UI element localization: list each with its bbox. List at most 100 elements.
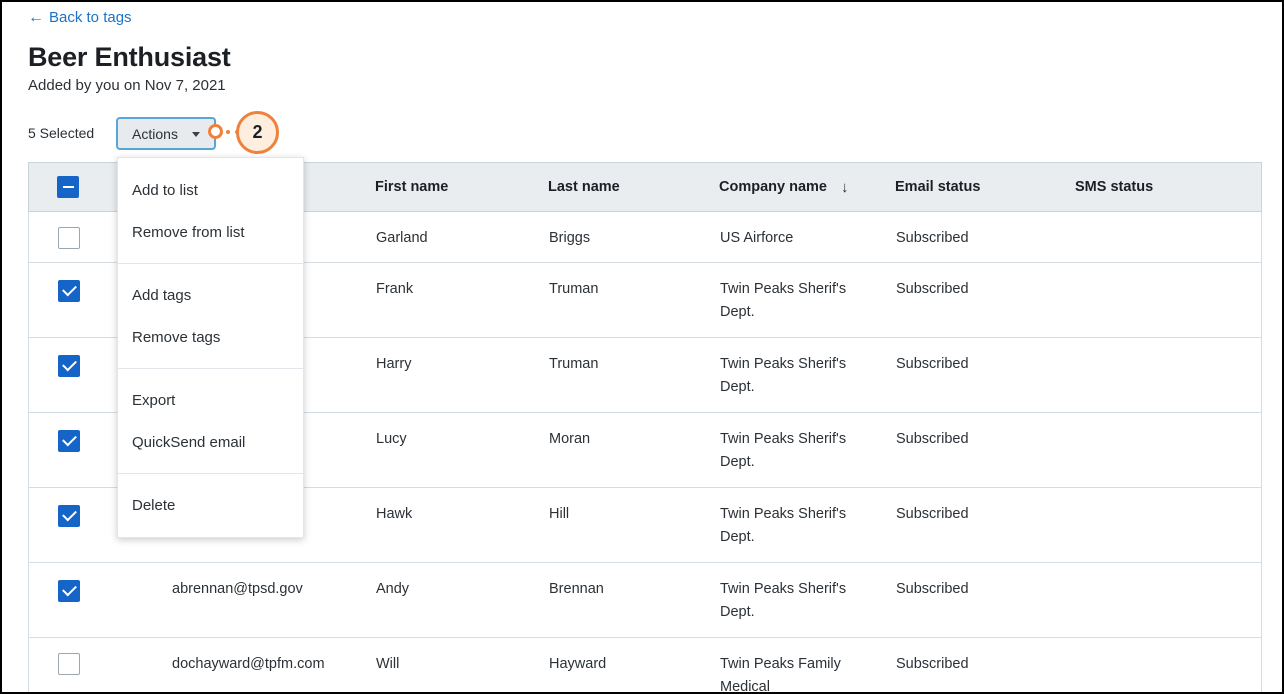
- row-select-cell: [28, 211, 99, 263]
- row-company-name: US Airforce: [720, 230, 794, 246]
- row-select-checkbox[interactable]: [58, 504, 80, 527]
- row-company-name-cell: Twin Peaks Sherif's Dept.: [697, 337, 873, 413]
- row-email-status: Subscribed: [896, 506, 969, 522]
- menu-item-delete[interactable]: Delete: [118, 484, 303, 526]
- row-select-checkbox[interactable]: [58, 227, 80, 249]
- header-email-status-label: Email status: [895, 179, 981, 195]
- row-email-status-cell: Subscribed: [873, 412, 1049, 488]
- row-email-status: Subscribed: [896, 230, 969, 246]
- row-first-name: Lucy: [376, 431, 407, 447]
- row-last-name: Moran: [549, 431, 591, 447]
- select-all-checkbox[interactable]: [57, 176, 79, 198]
- callout-annotation-2: 2: [208, 111, 288, 157]
- row-select-cell: [28, 562, 99, 638]
- menu-separator: [118, 263, 303, 264]
- row-first-name-cell: Garland: [351, 211, 525, 263]
- menu-item-add-tags[interactable]: Add tags: [118, 274, 303, 316]
- row-first-name: Garland: [376, 230, 428, 246]
- row-company-name-cell: Twin Peaks Sherif's Dept.: [697, 562, 873, 638]
- table-row[interactable]: abrennan@tpsd.gov Andy Brennan Twin Peaks S…: [28, 562, 1262, 638]
- row-email-status-cell: Subscribed: [873, 211, 1049, 263]
- table-row[interactable]: dochayward@tpfm.com Will Hayward Twin Peaks…: [28, 637, 1262, 694]
- sort-descending-icon[interactable]: ↓: [841, 180, 849, 195]
- row-company-name: Twin Peaks Sherif's Dept.: [720, 431, 847, 470]
- row-email: abrennan@tpsd.gov: [172, 581, 303, 597]
- row-email-status-cell: Subscribed: [873, 262, 1049, 338]
- row-first-name: Hawk: [376, 506, 413, 522]
- row-company-name: Twin Peaks Sherif's Dept.: [720, 506, 847, 545]
- header-sms-status[interactable]: SMS status: [1049, 162, 1262, 212]
- menu-item-add-to-list[interactable]: Add to list: [118, 169, 303, 211]
- menu-item-remove-from-list[interactable]: Remove from list: [118, 211, 303, 253]
- row-company-name-cell: Twin Peaks Sherif's Dept.: [697, 412, 873, 488]
- app-window: ← Back to tags Beer Enthusiast Added by …: [0, 0, 1284, 694]
- actions-button-label: Actions: [132, 125, 178, 142]
- row-last-name-cell: Moran: [525, 412, 697, 488]
- row-first-name-cell: Lucy: [351, 412, 525, 488]
- menu-separator: [118, 473, 303, 474]
- header-last-name[interactable]: Last name: [525, 162, 697, 212]
- row-company-name-cell: Twin Peaks Sherif's Dept.: [697, 487, 873, 563]
- row-company-name: Twin Peaks Sherif's Dept.: [720, 356, 847, 395]
- row-select-cell: [28, 412, 99, 488]
- row-sms-status-cell: [1049, 337, 1262, 413]
- row-first-name-cell: Frank: [351, 262, 525, 338]
- row-select-checkbox[interactable]: [58, 429, 80, 452]
- row-first-name: Frank: [376, 281, 414, 297]
- row-last-name: Truman: [549, 356, 599, 372]
- row-select-cell: [28, 637, 99, 692]
- row-email: dochayward@tpfm.com: [172, 656, 325, 672]
- row-company-name-cell: US Airforce: [697, 211, 873, 263]
- row-select-checkbox[interactable]: [58, 354, 80, 377]
- row-last-name: Truman: [549, 281, 599, 297]
- chevron-down-icon: [191, 132, 200, 137]
- row-select-checkbox[interactable]: [58, 653, 80, 675]
- row-email-cell: dochayward@tpfm.com: [99, 637, 351, 692]
- menu-item-export[interactable]: Export: [118, 379, 303, 421]
- row-company-name-cell: Twin Peaks Sherif's Dept.: [697, 262, 873, 338]
- row-first-name-cell: Andy: [351, 562, 525, 638]
- row-first-name-cell: Hawk: [351, 487, 525, 563]
- row-last-name-cell: Hill: [525, 487, 697, 563]
- row-email-status: Subscribed: [896, 656, 969, 672]
- row-email-status-cell: Subscribed: [873, 637, 1049, 692]
- row-company-name: Twin Peaks Sherif's Dept.: [720, 281, 847, 320]
- back-to-tags-link[interactable]: ← Back to tags: [28, 8, 132, 28]
- header-select-all-cell: [28, 162, 99, 212]
- selected-count-label: 5 Selected: [28, 125, 95, 141]
- row-sms-status-cell: [1049, 412, 1262, 488]
- row-last-name-cell: Briggs: [525, 211, 697, 263]
- row-company-name-cell: Twin Peaks Family Medical: [697, 637, 873, 694]
- row-email-status: Subscribed: [896, 281, 969, 297]
- header-first-name[interactable]: First name: [351, 162, 525, 212]
- row-email-status: Subscribed: [896, 356, 969, 372]
- row-sms-status-cell: [1049, 262, 1262, 338]
- header-first-name-label: First name: [375, 179, 449, 195]
- menu-item-quicksend-email[interactable]: QuickSend email: [118, 421, 303, 463]
- header-sms-status-label: SMS status: [1075, 179, 1154, 195]
- row-company-name: Twin Peaks Family Medical: [720, 656, 841, 694]
- menu-separator: [118, 368, 303, 369]
- row-last-name-cell: Truman: [525, 262, 697, 338]
- menu-item-remove-tags[interactable]: Remove tags: [118, 316, 303, 358]
- callout-dots: [226, 130, 248, 134]
- actions-button[interactable]: Actions: [116, 117, 216, 150]
- row-first-name: Will: [376, 656, 400, 672]
- row-last-name: Briggs: [549, 230, 591, 246]
- header-email-status[interactable]: Email status: [873, 162, 1049, 212]
- row-email-status-cell: Subscribed: [873, 562, 1049, 638]
- row-select-cell: [28, 337, 99, 413]
- page-title: Beer Enthusiast: [28, 42, 231, 72]
- row-company-name: Twin Peaks Sherif's Dept.: [720, 581, 847, 620]
- row-sms-status-cell: [1049, 211, 1262, 263]
- header-company-name[interactable]: Company name ↓: [697, 162, 873, 212]
- row-email-status: Subscribed: [896, 431, 969, 447]
- row-last-name-cell: Truman: [525, 337, 697, 413]
- row-sms-status-cell: [1049, 637, 1262, 692]
- row-last-name-cell: Brennan: [525, 562, 697, 638]
- row-select-checkbox[interactable]: [58, 279, 80, 302]
- row-last-name: Hill: [549, 506, 570, 522]
- arrow-left-icon: ←: [28, 9, 44, 26]
- back-to-tags-label: Back to tags: [49, 9, 132, 26]
- row-select-checkbox[interactable]: [58, 579, 80, 602]
